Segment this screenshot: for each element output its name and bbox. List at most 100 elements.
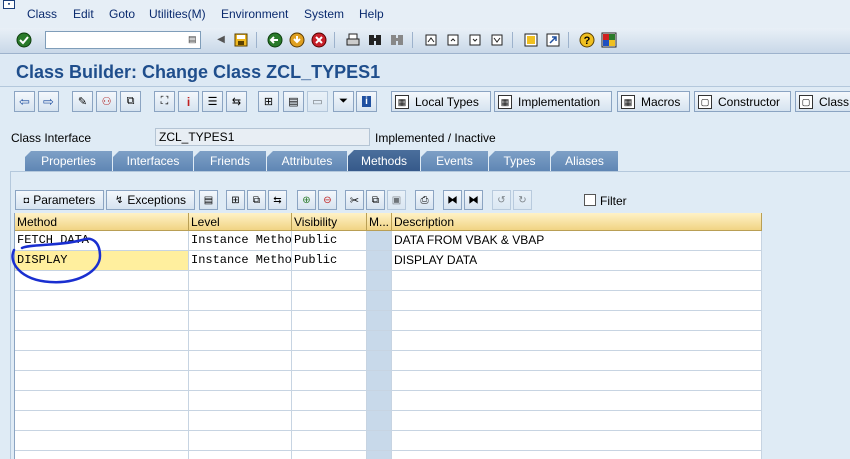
check-button[interactable]: ⚇ xyxy=(96,91,117,112)
empty-cell[interactable] xyxy=(292,271,367,291)
forward-arrow-button[interactable]: ⇨ xyxy=(38,91,59,112)
shortcut-icon[interactable] xyxy=(544,31,562,49)
menu-help[interactable]: Help xyxy=(359,7,384,21)
save-icon[interactable] xyxy=(232,31,250,49)
empty-cell[interactable] xyxy=(15,291,189,311)
empty-cell[interactable] xyxy=(15,431,189,451)
source-code-button[interactable]: ▤ xyxy=(199,190,218,210)
details-button[interactable]: i xyxy=(356,91,377,112)
empty-cell[interactable] xyxy=(367,431,392,451)
menu-class[interactable]: Class xyxy=(27,7,57,21)
empty-cell[interactable] xyxy=(392,311,762,331)
empty-cell[interactable] xyxy=(15,451,189,459)
cell-description[interactable]: DATA FROM VBAK & VBAP xyxy=(392,231,762,251)
class-constructor-button[interactable]: ▢ Class constructor xyxy=(795,91,850,112)
print-layout-button[interactable]: ▤ xyxy=(283,91,304,112)
empty-cell[interactable] xyxy=(392,431,762,451)
empty-cell[interactable] xyxy=(15,371,189,391)
cut-button[interactable]: ✂ xyxy=(345,190,364,210)
macros-button[interactable]: ▦ Macros xyxy=(617,91,690,112)
tab-friends[interactable]: Friends xyxy=(194,151,266,171)
cell-modeled[interactable] xyxy=(367,231,392,251)
move-row-button[interactable]: ⇆ xyxy=(268,190,287,210)
menu-system[interactable]: System xyxy=(304,7,344,21)
exit-icon[interactable] xyxy=(288,31,306,49)
find-next-icon[interactable] xyxy=(388,31,406,49)
tab-events[interactable]: Events xyxy=(421,151,488,171)
empty-cell[interactable] xyxy=(392,411,762,431)
empty-cell[interactable] xyxy=(367,391,392,411)
filter-checkbox[interactable] xyxy=(584,194,596,206)
empty-cell[interactable] xyxy=(15,331,189,351)
next-page-icon[interactable] xyxy=(466,31,484,49)
last-page-icon[interactable] xyxy=(488,31,506,49)
empty-cell[interactable] xyxy=(292,451,367,459)
empty-cell[interactable] xyxy=(15,391,189,411)
tab-aliases[interactable]: Aliases xyxy=(551,151,618,171)
empty-cell[interactable] xyxy=(392,391,762,411)
display-change-button[interactable]: ✎ xyxy=(72,91,93,112)
empty-cell[interactable] xyxy=(189,391,292,411)
navigation-button[interactable]: ⇆ xyxy=(226,91,247,112)
column-header-description[interactable]: Description xyxy=(392,213,762,231)
cell-level[interactable]: Instance Method xyxy=(189,251,292,271)
empty-cell[interactable] xyxy=(392,371,762,391)
empty-cell[interactable] xyxy=(392,331,762,351)
command-history-icon[interactable]: ▤ xyxy=(188,34,198,46)
find-next-grid-button[interactable]: ⧓ xyxy=(464,190,483,210)
column-header-method[interactable]: Method xyxy=(15,213,189,231)
tab-types[interactable]: Types xyxy=(489,151,550,171)
empty-cell[interactable] xyxy=(189,431,292,451)
cell-visibility[interactable]: Public xyxy=(292,231,367,251)
empty-cell[interactable] xyxy=(367,411,392,431)
empty-cell[interactable] xyxy=(292,291,367,311)
constructor-button[interactable]: ▢ Constructor xyxy=(694,91,791,112)
cell-method[interactable]: FETCH_DATA xyxy=(15,231,189,251)
cancel-icon[interactable] xyxy=(310,31,328,49)
where-used-button[interactable]: ⛶ xyxy=(154,91,175,112)
empty-cell[interactable] xyxy=(15,311,189,331)
collapse-arrow-icon[interactable]: ◀ xyxy=(212,31,230,49)
insert-row-button[interactable]: ⊞ xyxy=(226,190,245,210)
copy-row-button[interactable]: ⧉ xyxy=(247,190,266,210)
empty-cell[interactable] xyxy=(189,311,292,331)
empty-cell[interactable] xyxy=(367,271,392,291)
cell-modeled[interactable] xyxy=(367,251,392,271)
empty-cell[interactable] xyxy=(15,351,189,371)
empty-cell[interactable] xyxy=(367,351,392,371)
hierarchy-button[interactable]: ⊞ xyxy=(258,91,279,112)
column-header-level[interactable]: Level xyxy=(189,213,292,231)
back-arrow-button[interactable]: ⇦ xyxy=(14,91,35,112)
empty-cell[interactable] xyxy=(189,411,292,431)
empty-cell[interactable] xyxy=(367,311,392,331)
print-icon[interactable] xyxy=(344,31,362,49)
delete-row-button[interactable]: ⊖ xyxy=(318,190,337,210)
copy-button[interactable]: ⧉ xyxy=(366,190,385,210)
cell-description[interactable]: DISPLAY DATA xyxy=(392,251,762,271)
column-header-visibility[interactable]: Visibility xyxy=(292,213,367,231)
system-menu-icon[interactable]: ▪ xyxy=(3,0,15,9)
find-icon[interactable] xyxy=(366,31,384,49)
implementation-button[interactable]: ▦ Implementation xyxy=(494,91,612,112)
tab-interfaces[interactable]: Interfaces xyxy=(113,151,193,171)
object-list-button[interactable]: ☰ xyxy=(202,91,223,112)
empty-cell[interactable] xyxy=(292,311,367,331)
empty-cell[interactable] xyxy=(189,291,292,311)
parameters-button[interactable]: ◘ Parameters xyxy=(15,190,104,210)
empty-cell[interactable] xyxy=(292,391,367,411)
menu-environment[interactable]: Environment xyxy=(221,7,288,21)
menu-utilities[interactable]: Utilities(M) xyxy=(149,7,206,21)
cell-visibility[interactable]: Public xyxy=(292,251,367,271)
cell-level[interactable]: Instance Method xyxy=(189,231,292,251)
empty-cell[interactable] xyxy=(189,331,292,351)
enter-icon[interactable] xyxy=(15,31,33,49)
info-button[interactable]: i xyxy=(178,91,199,112)
menu-edit[interactable]: Edit xyxy=(73,7,94,21)
empty-cell[interactable] xyxy=(292,411,367,431)
empty-cell[interactable] xyxy=(392,351,762,371)
exceptions-button[interactable]: ↯ Exceptions xyxy=(106,190,195,210)
empty-cell[interactable] xyxy=(367,331,392,351)
empty-cell[interactable] xyxy=(292,371,367,391)
empty-cell[interactable] xyxy=(292,331,367,351)
empty-cell[interactable] xyxy=(367,291,392,311)
